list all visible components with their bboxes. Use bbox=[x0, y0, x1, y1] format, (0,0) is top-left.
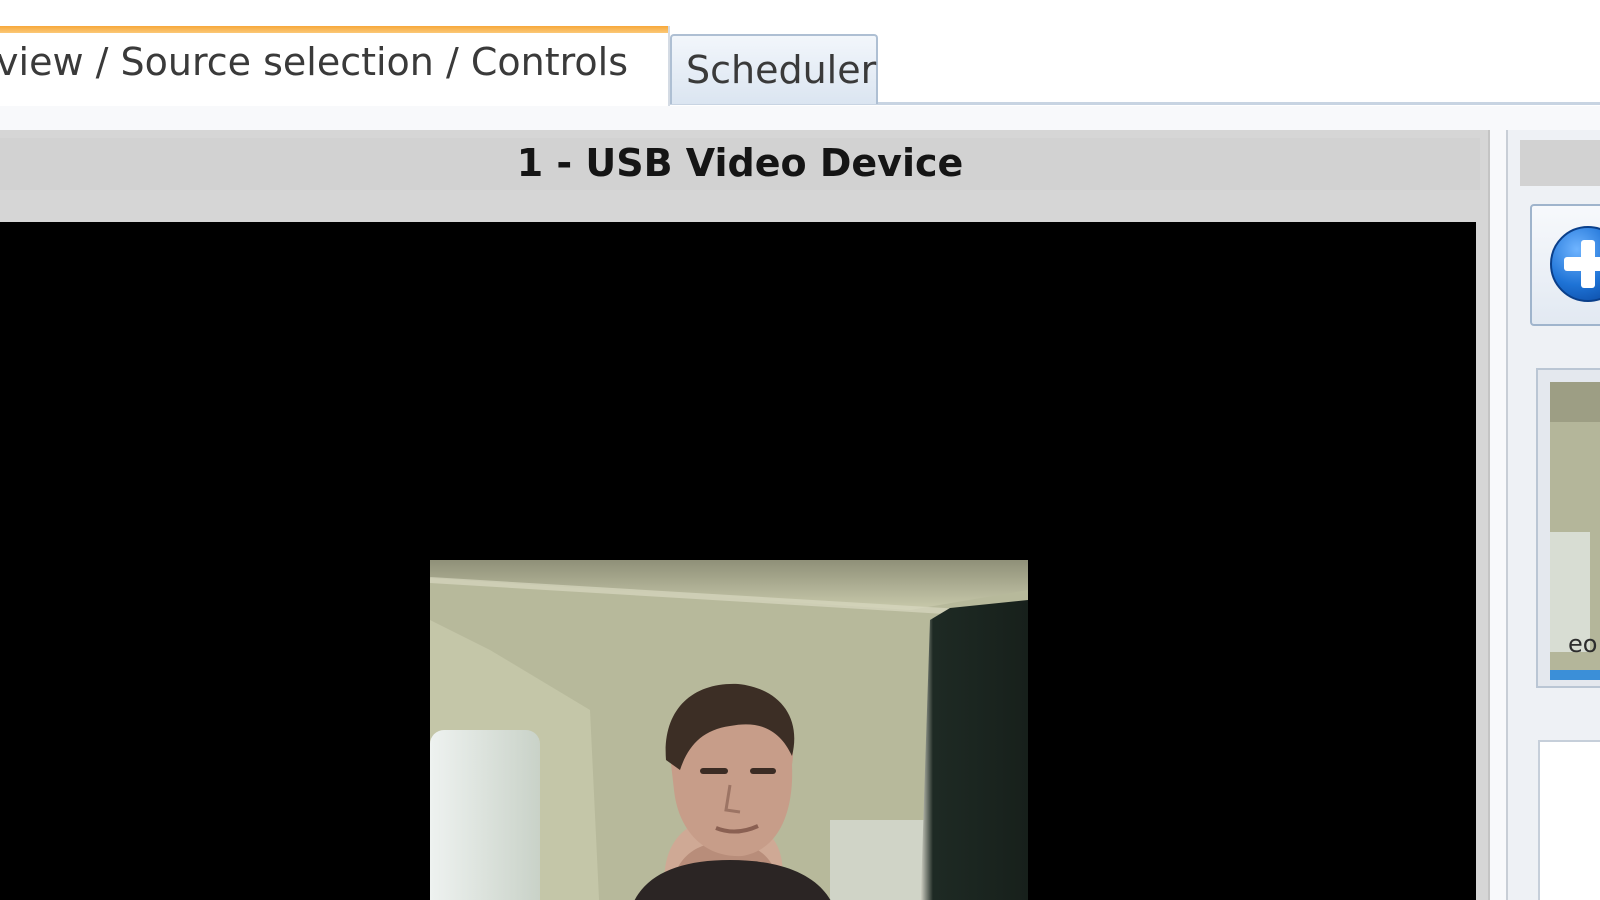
webcam-scene bbox=[430, 560, 1028, 900]
thumbnail-scene bbox=[1550, 382, 1600, 670]
tab-live-view[interactable]: ve view / Source selection / Controls bbox=[0, 26, 670, 106]
tab-content: 1 - USB Video Device eo bbox=[0, 106, 1600, 900]
video-source-title: 1 - USB Video Device bbox=[516, 141, 964, 185]
video-panel: 1 - USB Video Device bbox=[0, 130, 1490, 900]
video-display[interactable] bbox=[0, 222, 1476, 900]
tab-scheduler[interactable]: Scheduler bbox=[670, 34, 878, 104]
source-thumbnail[interactable]: eo bbox=[1536, 368, 1600, 688]
app-window: ve view / Source selection / Controls Sc… bbox=[0, 0, 1600, 900]
thumbnail-caption: eo bbox=[1568, 630, 1598, 658]
thumbnail-image bbox=[1550, 382, 1600, 670]
plus-circle-icon bbox=[1550, 226, 1600, 302]
add-source-button[interactable] bbox=[1530, 204, 1600, 326]
thumbnail-progress-bar bbox=[1550, 670, 1600, 680]
video-panel-header: 1 - USB Video Device bbox=[0, 138, 1480, 190]
source-sidebar: eo bbox=[1506, 130, 1600, 900]
active-tab-highlight bbox=[0, 26, 668, 33]
webcam-feed-image bbox=[430, 560, 1028, 900]
sidebar-header bbox=[1520, 140, 1600, 186]
tab-strip: ve view / Source selection / Controls Sc… bbox=[0, 0, 1600, 106]
tab-scheduler-label: Scheduler bbox=[686, 48, 877, 92]
tab-live-view-label: ve view / Source selection / Controls bbox=[0, 40, 628, 84]
sidebar-lower-panel bbox=[1538, 740, 1600, 900]
